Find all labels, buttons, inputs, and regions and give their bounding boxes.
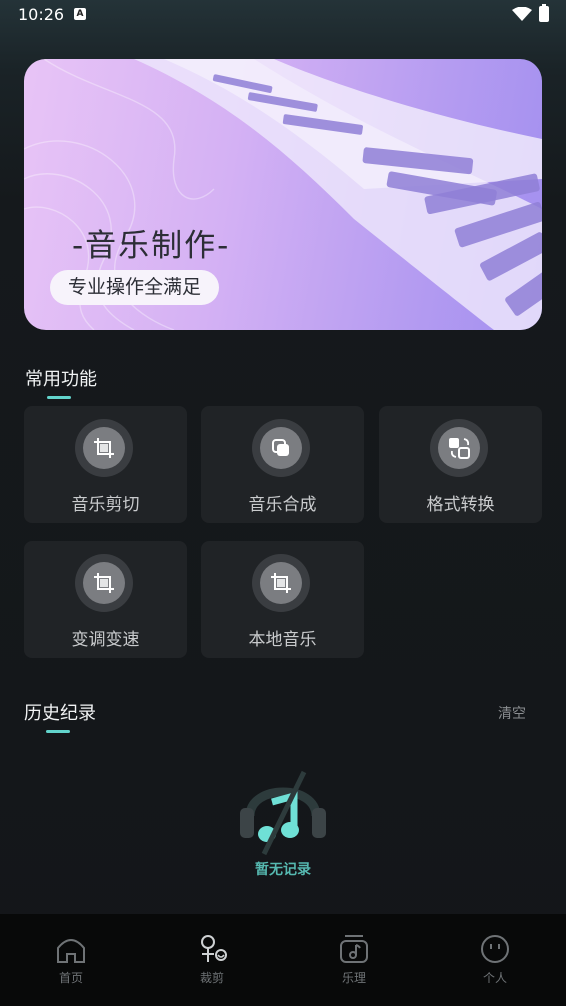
tab-home-label: 首页 bbox=[58, 971, 83, 985]
common-functions-title: 常用功能 bbox=[25, 365, 97, 399]
cut-icon bbox=[201, 935, 227, 962]
empty-history-text: 暂无记录 bbox=[255, 862, 311, 878]
promo-banner[interactable]: -音乐制作- 专业操作全满足 bbox=[24, 59, 542, 330]
pitch-speed-label: 变调变速 bbox=[71, 630, 140, 650]
crop-icon bbox=[271, 573, 291, 593]
crop-icon-circle bbox=[252, 554, 310, 612]
merge-icon bbox=[272, 439, 289, 456]
format-convert-card[interactable]: 格式转换 bbox=[379, 406, 542, 523]
history-label: 历史纪录 bbox=[24, 703, 96, 724]
banner-title: -音乐制作- bbox=[72, 228, 231, 264]
banner-subtitle-pill: 专业操作全满足 bbox=[50, 270, 220, 305]
merge-icon-circle bbox=[252, 419, 310, 477]
tab-profile-label: 个人 bbox=[482, 971, 507, 985]
common-functions-label: 常用功能 bbox=[25, 369, 97, 390]
tab-theory[interactable]: 乐理 bbox=[314, 914, 394, 1006]
bottom-tab-bar: 首页 裁剪 乐理 个人 bbox=[0, 914, 566, 1006]
music-merge-label: 音乐合成 bbox=[248, 495, 317, 515]
status-time: 10:26 bbox=[18, 5, 65, 24]
local-music-card[interactable]: 本地音乐 bbox=[201, 541, 364, 658]
pitch-speed-card[interactable]: 变调变速 bbox=[24, 541, 187, 658]
profile-icon bbox=[481, 935, 509, 963]
battery-icon bbox=[539, 4, 549, 22]
music-note-icon bbox=[340, 935, 368, 963]
crop-icon-circle bbox=[75, 554, 133, 612]
convert-icon-circle bbox=[430, 419, 488, 477]
convert-icon bbox=[449, 438, 470, 459]
crop-icon-circle bbox=[75, 419, 133, 477]
local-music-label: 本地音乐 bbox=[248, 630, 317, 650]
crop-icon bbox=[94, 438, 114, 458]
tab-cut[interactable]: 裁剪 bbox=[172, 914, 252, 1006]
tab-cut-label: 裁剪 bbox=[199, 971, 224, 985]
status-bar: 10:26 A bbox=[0, 0, 566, 30]
headphones-empty-icon bbox=[240, 770, 326, 856]
history-title: 历史纪录 bbox=[24, 699, 96, 733]
music-cut-label: 音乐剪切 bbox=[71, 495, 140, 515]
notification-icon: A bbox=[74, 8, 86, 20]
tab-home[interactable]: 首页 bbox=[31, 914, 111, 1006]
home-icon bbox=[57, 939, 85, 963]
section-underline bbox=[46, 730, 70, 733]
tab-theory-label: 乐理 bbox=[341, 971, 366, 985]
format-convert-label: 格式转换 bbox=[426, 495, 495, 515]
music-merge-card[interactable]: 音乐合成 bbox=[201, 406, 364, 523]
clear-history-button[interactable]: 清空 bbox=[498, 703, 526, 723]
crop-icon bbox=[94, 573, 114, 593]
wifi-icon bbox=[512, 7, 532, 21]
tab-profile[interactable]: 个人 bbox=[455, 914, 535, 1006]
music-cut-card[interactable]: 音乐剪切 bbox=[24, 406, 187, 523]
section-underline bbox=[47, 396, 71, 399]
